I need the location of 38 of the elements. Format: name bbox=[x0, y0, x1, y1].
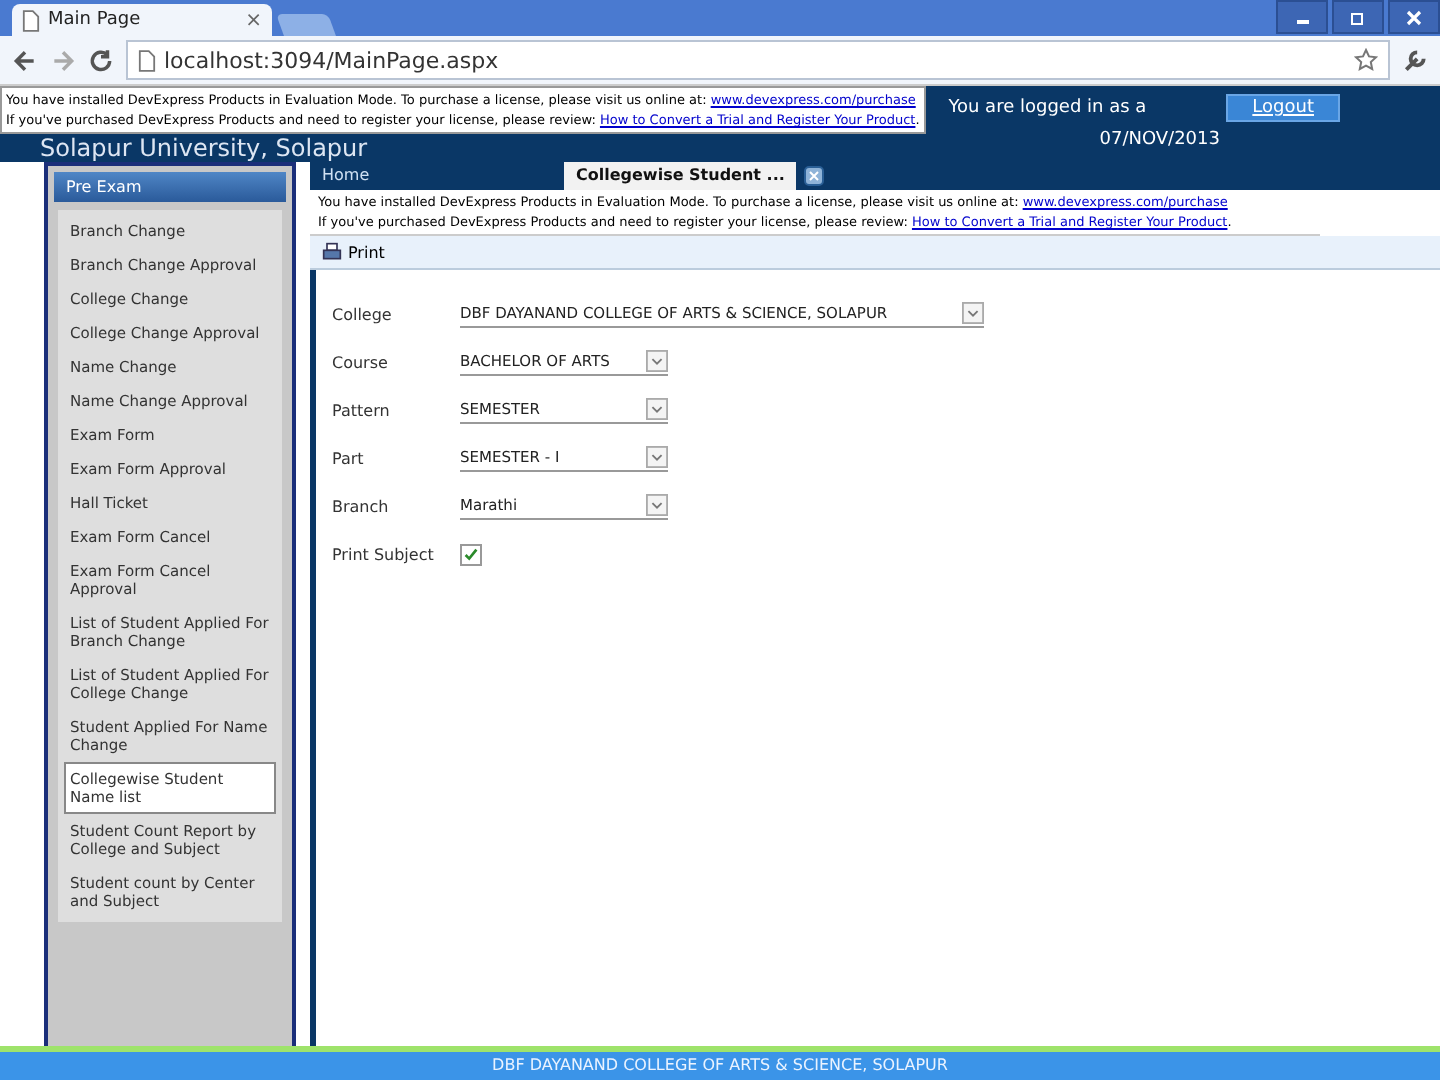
caret-icon bbox=[646, 446, 668, 468]
group-header[interactable]: Pre Exam bbox=[54, 172, 286, 202]
checkbox[interactable] bbox=[460, 543, 482, 565]
browser-tab-title[interactable]: Main Page bbox=[48, 10, 238, 30]
footer-bar: DBF DAYANAND COLLEGE OF ARTS & SCIENCE, SOLAPUR bbox=[0, 1046, 1440, 1080]
address-field[interactable]: localhost:3094/MainPage.aspx bbox=[126, 40, 1390, 80]
print-button[interactable]: Print bbox=[322, 242, 385, 262]
field-label: Course bbox=[332, 353, 390, 371]
field-label: Part bbox=[332, 449, 366, 467]
login-text: You are logged in as a bbox=[948, 98, 1147, 118]
page-icon bbox=[22, 9, 40, 31]
tab-close-button[interactable]: × bbox=[245, 9, 262, 31]
star-icon[interactable] bbox=[1354, 48, 1378, 72]
caret-icon bbox=[646, 494, 668, 516]
minimize-button[interactable] bbox=[1276, 0, 1328, 34]
close-button[interactable] bbox=[1388, 0, 1440, 34]
page-tab[interactable]: Collegewise Student ... bbox=[564, 162, 797, 190]
printer-icon bbox=[322, 242, 342, 262]
page-tab[interactable]: Home bbox=[310, 162, 564, 190]
wrench-icon[interactable] bbox=[1402, 47, 1428, 73]
minimize-icon bbox=[1295, 20, 1309, 24]
field-label: College bbox=[332, 305, 394, 323]
close-icon bbox=[1404, 7, 1424, 27]
field-label: Pattern bbox=[332, 401, 392, 419]
restore-icon bbox=[1348, 7, 1368, 27]
caret-icon bbox=[646, 398, 668, 420]
field-label: Branch bbox=[332, 497, 391, 515]
caret-icon bbox=[646, 350, 668, 372]
date-text: 07/NOV/2013 bbox=[1099, 130, 1220, 150]
reload-icon[interactable] bbox=[88, 47, 114, 73]
tab-close-icon[interactable] bbox=[804, 166, 825, 186]
caret-icon bbox=[962, 302, 984, 324]
page-icon bbox=[138, 49, 156, 71]
back-icon[interactable] bbox=[12, 47, 38, 73]
field-label: Print Subject bbox=[332, 545, 436, 563]
site-title: Solapur University, Solapur bbox=[38, 134, 370, 162]
restore-button[interactable] bbox=[1332, 0, 1384, 34]
logout-button[interactable]: Logout bbox=[1226, 94, 1340, 122]
